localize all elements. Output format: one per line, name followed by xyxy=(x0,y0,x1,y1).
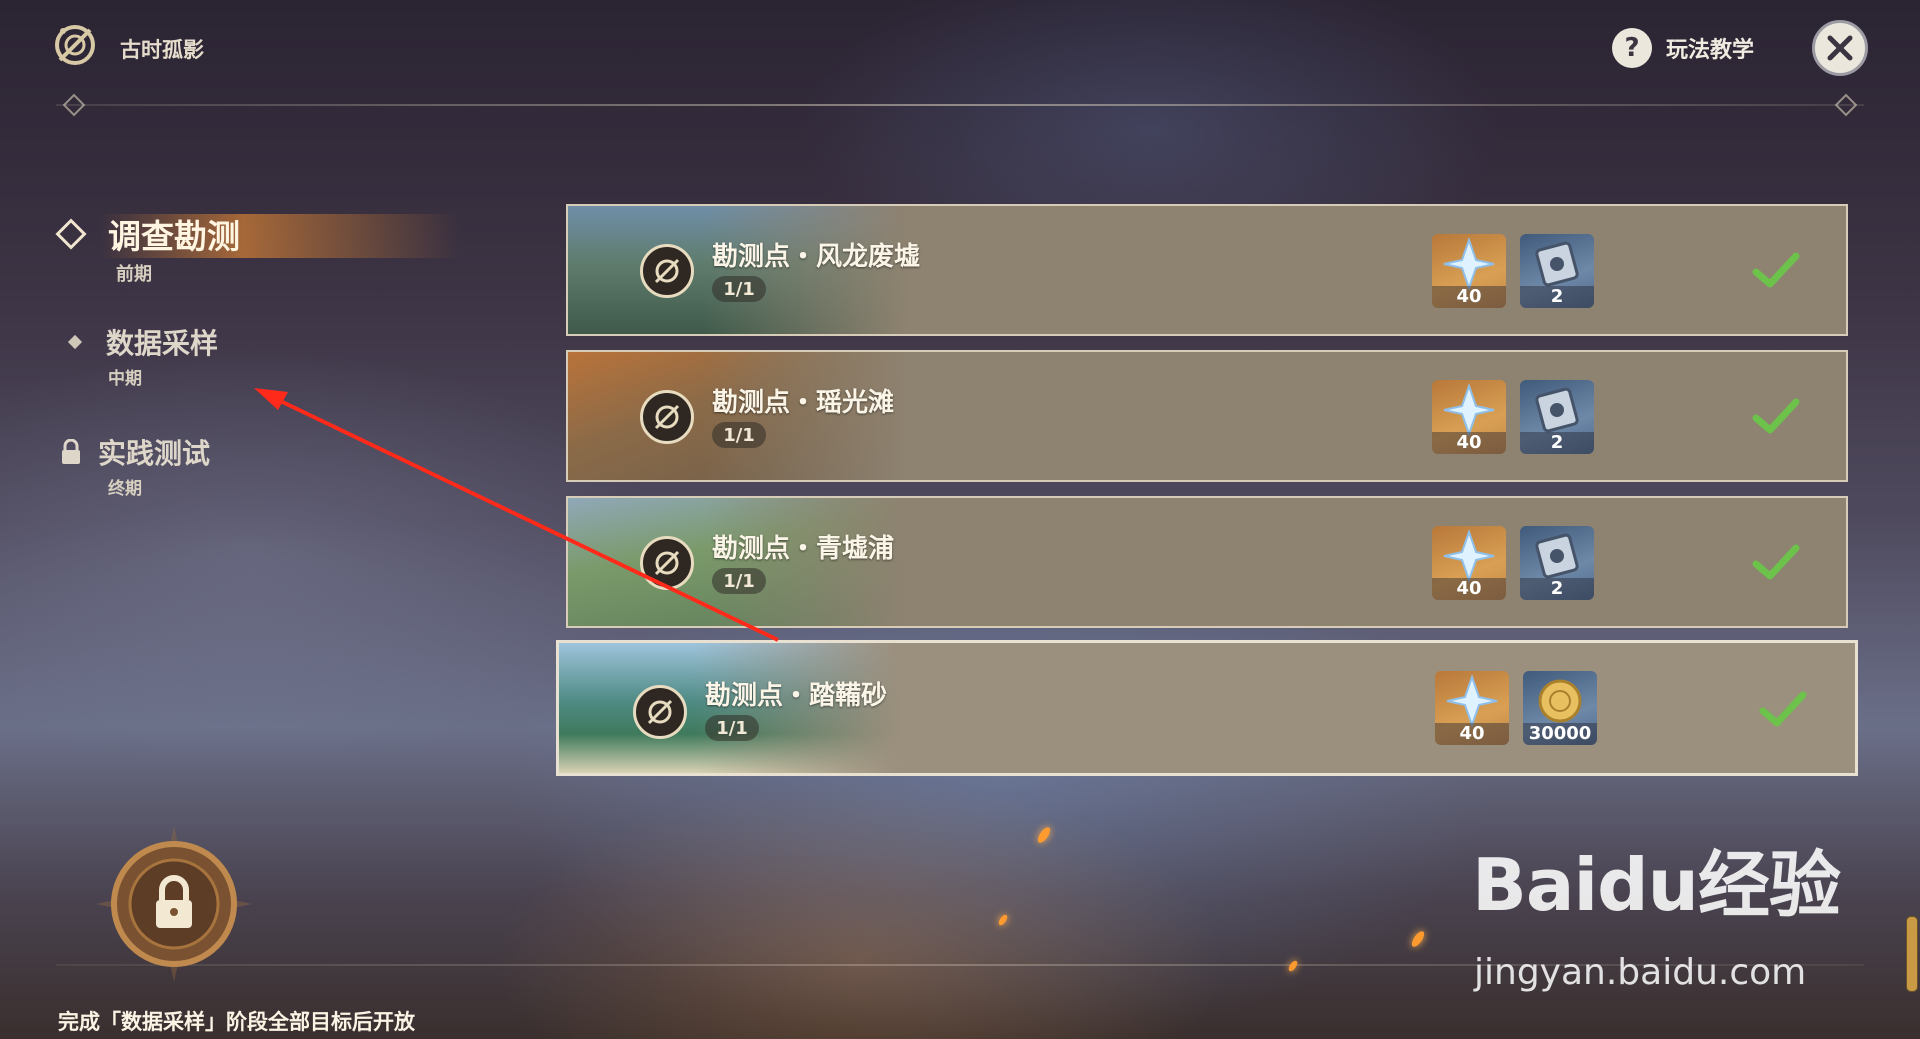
locked-stage-emblem xyxy=(96,826,252,982)
unlock-condition-note: 完成「数据采样」阶段全部目标后开放 xyxy=(58,1010,415,1034)
watermark-logo: Baidu经验 xyxy=(1472,843,1841,927)
watermark-url: jingyan.baidu.com xyxy=(1474,952,1807,993)
scrollbar-handle[interactable] xyxy=(1906,916,1918,992)
